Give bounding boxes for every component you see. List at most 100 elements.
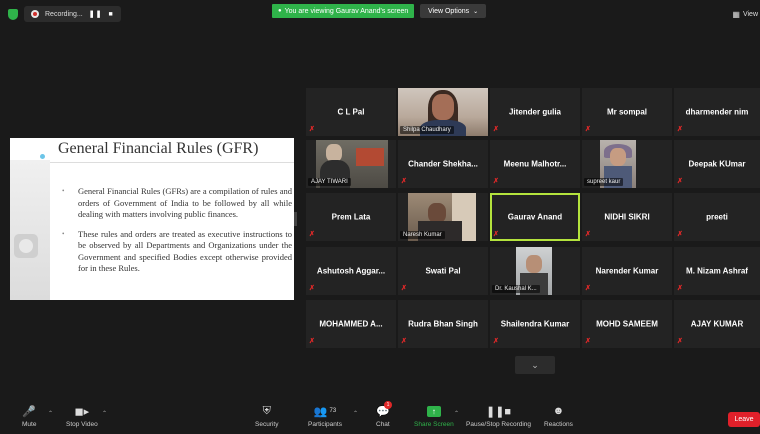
participant-tile[interactable]: Rudra Bhan Singh ✗ xyxy=(398,300,488,348)
participant-tile[interactable]: Naresh Kumar xyxy=(398,193,488,241)
recording-label: Recording... xyxy=(45,10,83,18)
participant-name: Gaurav Anand xyxy=(507,212,563,222)
grid-icon: ▦ xyxy=(732,10,740,19)
reactions-button[interactable]: ☻ Reactions xyxy=(544,404,573,428)
participant-tile[interactable]: M. Nizam Ashraf ✗ xyxy=(674,247,760,295)
shield-icon: ⛨ xyxy=(262,404,271,417)
mute-button[interactable]: 🎤 Mute xyxy=(22,404,37,429)
participant-name: Prem Lata xyxy=(331,212,371,222)
muted-mic-icon: ✗ xyxy=(309,285,315,292)
muted-mic-icon: ✗ xyxy=(401,178,407,185)
stop-video-button[interactable]: ◼▸ Stop Video xyxy=(66,404,98,429)
participant-tile[interactable]: Deepak KUmar ✗ xyxy=(674,140,760,188)
video-options-caret[interactable]: ⌃ xyxy=(102,410,107,417)
participant-tile[interactable]: Mr sompal ✗ xyxy=(582,88,672,136)
participant-tile[interactable]: Narender Kumar ✗ xyxy=(582,247,672,295)
participant-tile[interactable]: Dr. Kaushal K... xyxy=(490,247,580,295)
participant-tile[interactable]: MOHD SAMEEM ✗ xyxy=(582,300,672,348)
participant-name: Deepak KUmar xyxy=(688,159,746,169)
participant-tile[interactable]: AJAY KUMAR ✗ xyxy=(674,300,760,348)
participant-tile[interactable]: AJAY TIWARI xyxy=(306,140,396,188)
slide-divider xyxy=(50,162,294,163)
participant-tile[interactable]: Shailendra Kumar ✗ xyxy=(490,300,580,348)
participant-tile[interactable]: NIDHI SIKRI ✗ xyxy=(582,193,672,241)
muted-mic-icon: ✗ xyxy=(401,338,407,345)
slide-bullet: These rules and orders are treated as ex… xyxy=(62,229,292,275)
chevron-down-icon: ⌄ xyxy=(531,359,539,370)
participant-name: dharmender nim xyxy=(685,107,749,117)
share-screen-icon: ↑ xyxy=(426,405,441,417)
participant-name: M. Nizam Ashraf xyxy=(686,266,748,276)
participant-tile[interactable]: Chander Shekha... ✗ xyxy=(398,140,488,188)
slide-bullet: General Financial Rules (GFRs) are a com… xyxy=(62,186,292,221)
participant-name: Shilpa Chaudhary xyxy=(400,126,454,134)
security-button[interactable]: ⛨ Security xyxy=(255,404,278,429)
muted-mic-icon: ✗ xyxy=(677,231,683,238)
pause-recording-icon[interactable]: ❚❚ xyxy=(89,10,103,18)
participants-options-caret[interactable]: ⌃ xyxy=(353,410,358,417)
muted-mic-icon: ✗ xyxy=(677,285,683,292)
muted-mic-icon: ✗ xyxy=(493,231,499,238)
muted-mic-icon: ✗ xyxy=(493,338,499,345)
muted-mic-icon: ✗ xyxy=(585,338,591,345)
slide-bullets: General Financial Rules (GFRs) are a com… xyxy=(62,186,292,283)
participant-name: Naresh Kumar xyxy=(400,231,445,239)
participant-name: C L Pal xyxy=(337,107,365,117)
view-button[interactable]: ▦ View xyxy=(732,10,758,19)
participant-tile[interactable]: Ashutosh Aggar... ✗ xyxy=(306,247,396,295)
share-options-caret[interactable]: ⌃ xyxy=(454,410,459,417)
participant-tile[interactable]: dharmender nim ✗ xyxy=(674,88,760,136)
chat-button[interactable]: 💬 1 Chat xyxy=(376,401,393,428)
pause-stop-icon: ❚❚■ xyxy=(485,405,512,418)
participant-tile[interactable]: Gaurav Anand ✗ xyxy=(490,193,580,241)
smiley-icon: ☻ xyxy=(552,405,565,417)
muted-mic-icon: ✗ xyxy=(585,231,591,238)
participant-name: Ashutosh Aggar... xyxy=(316,266,386,276)
share-screen-button[interactable]: ↑ Share Screen xyxy=(414,404,454,428)
participant-tile[interactable]: MOHAMMED A... ✗ xyxy=(306,300,396,348)
participant-tile[interactable]: Shilpa Chaudhary xyxy=(398,88,488,136)
leave-button[interactable]: Leave xyxy=(728,412,760,427)
participant-tile[interactable]: C L Pal ✗ xyxy=(306,88,396,136)
participant-tile[interactable]: Prem Lata ✗ xyxy=(306,193,396,241)
slide-title: General Financial Rules (GFR) xyxy=(58,140,259,157)
pause-stop-recording-button[interactable]: ❚❚■ Pause/Stop Recording xyxy=(466,404,531,429)
participant-tile[interactable]: supreet kaur xyxy=(582,140,672,188)
participant-tile[interactable]: Swati Pal ✗ xyxy=(398,247,488,295)
security-shield-icon[interactable] xyxy=(8,8,18,20)
participant-name: Chander Shekha... xyxy=(408,159,478,169)
recording-icon xyxy=(31,10,39,18)
recording-status: Recording... ❚❚ ■ xyxy=(8,6,121,22)
participants-button[interactable]: 👥 73 Participants xyxy=(308,404,342,429)
audio-options-caret[interactable]: ⌃ xyxy=(48,410,53,417)
participant-name: Swati Pal xyxy=(425,266,461,276)
participant-name: supreet kaur xyxy=(584,178,624,186)
participants-count: 73 xyxy=(329,408,337,414)
muted-mic-icon: ✗ xyxy=(309,126,315,133)
gallery-next-page-button[interactable]: ⌄ xyxy=(515,356,555,374)
participant-tile[interactable]: preeti ✗ xyxy=(674,193,760,241)
split-resize-handle[interactable] xyxy=(294,212,297,226)
viewing-dot-icon: ● xyxy=(278,8,282,14)
stop-recording-icon[interactable]: ■ xyxy=(108,11,113,18)
muted-mic-icon: ✗ xyxy=(493,126,499,133)
slide-thumbnail-icon xyxy=(14,234,38,258)
viewing-banner: ● You are viewing Gaurav Anand's screen xyxy=(272,4,415,18)
top-bar: Recording... ❚❚ ■ ● You are viewing Gaur… xyxy=(0,0,760,28)
participant-name: Jitender gulia xyxy=(508,107,561,117)
participant-tile[interactable]: Jitender gulia ✗ xyxy=(490,88,580,136)
microphone-icon: 🎤 xyxy=(22,405,37,418)
participant-name: Narender Kumar xyxy=(595,266,659,276)
meeting-toolbar: 🎤 Mute ⌃ ◼▸ Stop Video ⌃ ⛨ Security 👥 73… xyxy=(0,400,760,434)
participant-tile[interactable]: Meenu Malhotr... ✗ xyxy=(490,140,580,188)
muted-mic-icon: ✗ xyxy=(401,285,407,292)
muted-mic-icon: ✗ xyxy=(677,338,683,345)
muted-mic-icon: ✗ xyxy=(677,126,683,133)
view-options-button[interactable]: View Options ⌄ xyxy=(420,4,487,18)
participant-name: Rudra Bhan Singh xyxy=(408,319,478,329)
participant-name: MOHAMMED A... xyxy=(319,319,383,329)
muted-mic-icon: ✗ xyxy=(309,231,315,238)
participant-name: AJAY KUMAR xyxy=(690,319,744,329)
participant-name: Meenu Malhotr... xyxy=(503,159,567,169)
participant-name: AJAY TIWARI xyxy=(308,178,351,186)
